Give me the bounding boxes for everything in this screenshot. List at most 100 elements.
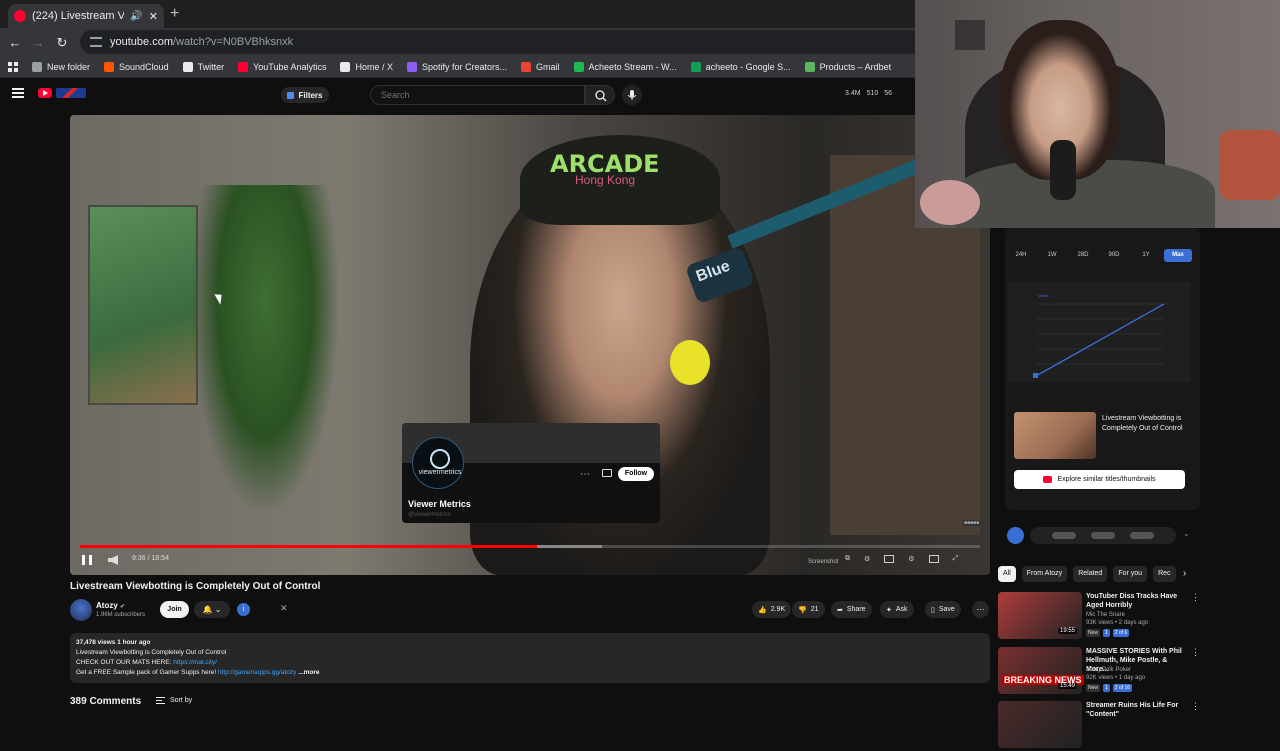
- bookmark-item[interactable]: Twitter: [182, 61, 224, 72]
- voice-search-button[interactable]: [622, 85, 642, 105]
- bookmark-item[interactable]: YouTube Analytics: [238, 61, 326, 72]
- verified-icon: ✔: [120, 604, 126, 610]
- channel-avatar[interactable]: [70, 599, 92, 621]
- chip-related[interactable]: Related: [1073, 566, 1108, 582]
- explore-similar-button[interactable]: Explore similar titles/thumbnails: [1014, 470, 1185, 489]
- sort-icon: [156, 697, 165, 704]
- rec-thumbnail[interactable]: [998, 701, 1082, 748]
- progress-bar[interactable]: [80, 545, 980, 548]
- subtitles-icon[interactable]: ⧉: [845, 555, 850, 563]
- webcam-microphone: [1050, 140, 1076, 200]
- rec-title[interactable]: YouTuber Diss Tracks Have Aged Horribly: [1086, 592, 1190, 610]
- range-28d[interactable]: 28D: [1072, 249, 1094, 262]
- cast-icon[interactable]: ⚙: [908, 555, 914, 563]
- chip-for-you[interactable]: For you: [1113, 566, 1148, 582]
- theater-icon[interactable]: [928, 555, 939, 563]
- gamersupps-link[interactable]: http://gamersupps.gg/atozy: [218, 669, 296, 676]
- chip-all[interactable]: All: [998, 566, 1016, 582]
- recommendation-chips: All From Atozy Related For you Rec: [998, 566, 1198, 584]
- like-button[interactable]: 👍 2.9K: [752, 601, 792, 618]
- search-button[interactable]: [585, 85, 615, 105]
- reload-button[interactable]: ↻: [50, 35, 74, 51]
- more-actions-icon[interactable]: ⋯: [972, 601, 989, 618]
- rec-more-icon[interactable]: ⋮: [1191, 647, 1200, 658]
- chip-from-atozy[interactable]: From Atozy: [1021, 566, 1068, 582]
- join-button[interactable]: Join: [160, 601, 189, 618]
- fullscreen-icon[interactable]: ⤢: [953, 555, 959, 563]
- bookmark-item[interactable]: Home / X: [340, 61, 393, 72]
- settings-icon[interactable]: ⚙: [864, 555, 870, 563]
- chip-rec[interactable]: Rec: [1153, 566, 1176, 582]
- save-button[interactable]: ▯ Save: [925, 601, 961, 618]
- youtube-logo[interactable]: [38, 88, 52, 98]
- message-icon[interactable]: [602, 469, 612, 477]
- player-right-controls: ⧉ ⚙ ⚙ ⤢: [845, 555, 958, 563]
- shelf: [955, 20, 985, 50]
- stat-views: 3.4M: [845, 90, 861, 97]
- filters-button[interactable]: Filters: [281, 87, 329, 103]
- search-input[interactable]: Search: [370, 85, 585, 105]
- dislike-button[interactable]: 👎 21: [792, 601, 825, 618]
- range-1y[interactable]: 1Y: [1135, 249, 1157, 262]
- microphone-icon: [627, 90, 637, 100]
- bookmark-item[interactable]: Spotify for Creators...: [407, 61, 507, 72]
- recommended-video[interactable]: BREAKING NEWS 15:49 MASSIVE STORIES With P…: [998, 647, 1200, 697]
- miniplayer-icon[interactable]: [884, 555, 895, 563]
- extension-icon[interactable]: [1007, 527, 1024, 544]
- channel-name[interactable]: Atozy ✔: [96, 601, 125, 610]
- bookmark-icon: [182, 61, 193, 72]
- pause-button[interactable]: [82, 555, 92, 565]
- speaker-icon[interactable]: 🔊: [130, 11, 142, 22]
- extension-pill-group[interactable]: [1030, 527, 1176, 544]
- bookmark-item[interactable]: acheeto - Google S...: [690, 61, 791, 72]
- more-icon[interactable]: ⋯: [580, 469, 590, 480]
- chevron-right-icon[interactable]: ›: [1183, 568, 1186, 579]
- viewer-metrics-avatar: [412, 437, 464, 489]
- rec-more-icon[interactable]: ⋮: [1191, 701, 1200, 712]
- follow-button[interactable]: Follow: [618, 467, 654, 481]
- ask-label: Ask: [895, 606, 908, 613]
- site-info-icon[interactable]: [90, 37, 102, 47]
- range-1w[interactable]: 1W: [1041, 249, 1063, 262]
- ask-button[interactable]: ✦ Ask: [880, 601, 914, 618]
- apps-grid-icon[interactable]: [8, 61, 18, 72]
- chevron-down-icon[interactable]: ⌄: [1183, 529, 1190, 538]
- mats-link[interactable]: https://mat.city/: [173, 659, 217, 666]
- bookmark-item[interactable]: New folder: [32, 61, 91, 72]
- close-icon[interactable]: ✕: [280, 603, 288, 614]
- bookmark-icon: [407, 61, 417, 72]
- card-handle: @viewermetrics: [408, 512, 451, 518]
- tab-close-icon[interactable]: ✕: [149, 10, 158, 23]
- back-button[interactable]: ←: [3, 35, 27, 50]
- info-icon[interactable]: i: [237, 603, 250, 616]
- views-chart: Views: [1008, 282, 1191, 382]
- range-max[interactable]: Max: [1164, 249, 1192, 262]
- forward-button[interactable]: →: [26, 35, 50, 50]
- sort-by-button[interactable]: Sort by: [156, 697, 192, 704]
- rec-more-icon[interactable]: ⋮: [1191, 592, 1200, 603]
- bookmark-item[interactable]: Gmail: [521, 61, 560, 72]
- bookmark-item[interactable]: Acheeto Stream - W...: [573, 61, 677, 72]
- browser-tab[interactable]: (224) Livestream Viewbotting 🔊 ✕: [8, 4, 164, 28]
- description-box[interactable]: 37,478 views 1 hour ago Livestream Viewb…: [70, 633, 990, 683]
- show-more-link[interactable]: ...more: [298, 669, 319, 676]
- bookmark-item[interactable]: SoundCloud: [104, 61, 169, 72]
- viewer-metrics-card[interactable]: viewermetrics ⋯ Follow Viewer Metrics @v…: [402, 423, 660, 523]
- video-player[interactable]: ARCADE Hong Kong Blue viewermetrics ⋯ Fo…: [70, 115, 990, 575]
- rec-channel[interactable]: Doug Polk Poker: [1086, 667, 1131, 673]
- range-24h[interactable]: 24H: [1010, 249, 1032, 262]
- new-tab-button[interactable]: +: [170, 5, 179, 23]
- share-button[interactable]: ➦ Share: [831, 601, 872, 618]
- rec-title[interactable]: Streamer Ruins His Life For "Content": [1086, 701, 1190, 719]
- hamburger-menu-icon[interactable]: [12, 88, 24, 98]
- rec-channel[interactable]: Mic The Snare: [1086, 612, 1125, 618]
- notification-bell-button[interactable]: 🔔 ⌄: [194, 601, 230, 618]
- recommended-video[interactable]: 19:55 YouTuber Diss Tracks Have Aged Horr…: [998, 592, 1200, 642]
- bookmark-icon: [804, 61, 815, 72]
- video-title: Livestream Viewbotting is Completely Out…: [70, 581, 321, 592]
- bookmark-item[interactable]: Products – Ardbet: [804, 61, 891, 72]
- bookmark-label: New folder: [47, 61, 91, 72]
- share-label: Share: [846, 606, 866, 613]
- range-90d[interactable]: 90D: [1103, 249, 1125, 262]
- recommended-video[interactable]: Streamer Ruins His Life For "Content" ⋮: [998, 701, 1200, 751]
